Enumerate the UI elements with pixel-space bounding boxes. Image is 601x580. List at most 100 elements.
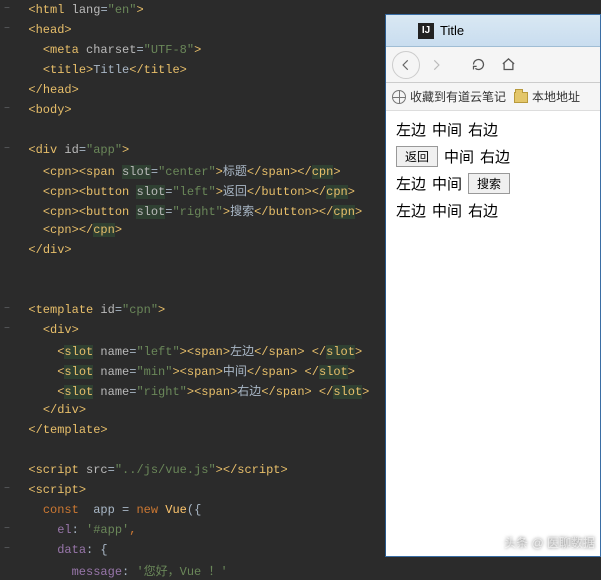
code-content[interactable]: <cpn><button slot="right">搜索</button></c… <box>14 202 362 219</box>
code-content[interactable]: <div id="app"> <box>14 143 129 157</box>
page-favicon: IJ <box>418 23 434 39</box>
back-button[interactable] <box>392 51 420 79</box>
code-line[interactable]: </template> <box>0 420 385 440</box>
fold-toggle-icon[interactable]: − <box>0 480 14 500</box>
bookmark-item-1[interactable]: 收藏到有道云笔记 <box>392 88 506 105</box>
code-content[interactable]: <body> <box>14 103 72 117</box>
slot-left: 左边 <box>396 173 426 194</box>
code-line[interactable]: <script src="../js/vue.js"></script> <box>0 460 385 480</box>
reload-button[interactable] <box>464 51 492 79</box>
code-line[interactable]: <slot name="left"><span>左边</span> </slot… <box>0 340 385 360</box>
code-line[interactable]: </div> <box>0 240 385 260</box>
code-line[interactable]: − <html lang="en"> <box>0 0 385 20</box>
code-line[interactable]: − <script> <box>0 480 385 500</box>
slot-center: 中间 <box>432 173 462 194</box>
fold-toggle-icon[interactable]: − <box>0 540 14 560</box>
slot-left: 左边 <box>396 119 426 140</box>
cpn-row-1: 左边 中间 右边 <box>396 119 590 140</box>
code-content[interactable]: <slot name="min"><span>中间</span> </slot> <box>14 362 355 379</box>
rendered-page: 左边 中间 右边 返回 中间 右边 左边 中间 搜索 左边 中间 右边 <box>386 111 600 556</box>
code-content[interactable]: <template id="cpn"> <box>14 303 165 317</box>
code-line[interactable] <box>0 440 385 460</box>
fold-toggle-icon[interactable]: − <box>0 300 14 320</box>
code-line[interactable]: − <div> <box>0 320 385 340</box>
code-content[interactable]: <cpn><span slot="center">标题</span></cpn> <box>14 162 341 179</box>
code-line[interactable]: </div> <box>0 400 385 420</box>
bookmark-label: 收藏到有道云笔记 <box>410 88 506 105</box>
code-line[interactable]: − <template id="cpn"> <box>0 300 385 320</box>
bookmark-label: 本地地址 <box>532 88 580 105</box>
code-content[interactable] <box>14 123 28 137</box>
fold-toggle-icon[interactable]: − <box>0 320 14 340</box>
code-line[interactable] <box>0 280 385 300</box>
code-content[interactable]: <html lang="en"> <box>14 3 144 17</box>
code-content[interactable]: data: { <box>14 543 108 557</box>
fold-toggle-icon[interactable]: − <box>0 20 14 40</box>
code-content[interactable]: <head> <box>14 23 72 37</box>
slot-center: 中间 <box>444 146 474 167</box>
slot-left: 左边 <box>396 200 426 221</box>
browser-titlebar[interactable]: IJ Title <box>386 15 600 47</box>
code-line[interactable]: <cpn><button slot="right">搜索</button></c… <box>0 200 385 220</box>
code-line[interactable] <box>0 120 385 140</box>
browser-window: IJ Title 收藏到有道云笔记 本地地址 左边 中间 右边 <box>385 14 601 557</box>
folder-icon <box>514 92 528 103</box>
code-content[interactable]: <title>Title</title> <box>14 63 187 77</box>
home-button[interactable] <box>494 51 522 79</box>
code-content[interactable]: <script> <box>14 483 86 497</box>
search-slot-button[interactable]: 搜索 <box>468 173 510 194</box>
code-line[interactable]: const app = new Vue({ <box>0 500 385 520</box>
code-content[interactable]: <script src="../js/vue.js"></script> <box>14 463 288 477</box>
code-line[interactable]: − data: { <box>0 540 385 560</box>
code-editor[interactable]: − <html lang="en">− <head> <meta charset… <box>0 0 385 557</box>
code-content[interactable]: </template> <box>14 423 108 437</box>
code-content[interactable]: message: '您好，Vue ！' <box>14 562 228 579</box>
code-line[interactable]: message: '您好，Vue ！' <box>0 560 385 580</box>
code-content[interactable]: </div> <box>14 243 72 257</box>
back-slot-button[interactable]: 返回 <box>396 146 438 167</box>
code-line[interactable]: <slot name="min"><span>中间</span> </slot> <box>0 360 385 380</box>
code-line[interactable]: <title>Title</title> <box>0 60 385 80</box>
fold-toggle-icon[interactable]: − <box>0 140 14 160</box>
code-line[interactable]: − <div id="app"> <box>0 140 385 160</box>
code-content[interactable]: </head> <box>14 83 79 97</box>
fold-toggle-icon[interactable]: − <box>0 520 14 540</box>
forward-button[interactable] <box>422 51 450 79</box>
code-line[interactable]: <slot name="right"><span>右边</span> </slo… <box>0 380 385 400</box>
code-content[interactable]: <meta charset="UTF-8"> <box>14 43 201 57</box>
code-content[interactable] <box>14 283 28 297</box>
bookmark-item-2[interactable]: 本地地址 <box>514 88 580 105</box>
bookmarks-bar: 收藏到有道云笔记 本地地址 <box>386 83 600 111</box>
code-line[interactable]: <cpn></cpn> <box>0 220 385 240</box>
watermark-text: 头条 @ 医聊数据 <box>504 534 595 551</box>
code-content[interactable] <box>14 263 28 277</box>
code-line[interactable]: <cpn><span slot="center">标题</span></cpn> <box>0 160 385 180</box>
code-line[interactable]: − <body> <box>0 100 385 120</box>
cpn-row-4: 左边 中间 右边 <box>396 200 590 221</box>
code-line[interactable] <box>0 260 385 280</box>
code-content[interactable]: el: '#app', <box>14 523 136 537</box>
cpn-row-3: 左边 中间 搜索 <box>396 173 590 194</box>
slot-center: 中间 <box>432 119 462 140</box>
slot-center: 中间 <box>432 200 462 221</box>
code-content[interactable]: </div> <box>14 403 86 417</box>
code-line[interactable]: − <head> <box>0 20 385 40</box>
code-line[interactable]: <meta charset="UTF-8"> <box>0 40 385 60</box>
code-content[interactable]: <slot name="left"><span>左边</span> </slot… <box>14 342 362 359</box>
slot-right: 右边 <box>468 200 498 221</box>
watermark: 头条 @ 医聊数据 <box>486 534 595 551</box>
page-title: Title <box>440 23 464 38</box>
slot-right: 右边 <box>468 119 498 140</box>
slot-right: 右边 <box>480 146 510 167</box>
code-line[interactable]: </head> <box>0 80 385 100</box>
code-content[interactable] <box>14 443 28 457</box>
code-content[interactable]: <div> <box>14 323 79 337</box>
code-content[interactable]: <cpn><button slot="left">返回</button></cp… <box>14 182 355 199</box>
code-content[interactable]: const app = new Vue({ <box>14 503 201 517</box>
fold-toggle-icon[interactable]: − <box>0 100 14 120</box>
code-line[interactable]: − el: '#app', <box>0 520 385 540</box>
code-content[interactable]: <slot name="right"><span>右边</span> </slo… <box>14 382 369 399</box>
fold-toggle-icon[interactable]: − <box>0 0 14 20</box>
code-line[interactable]: <cpn><button slot="left">返回</button></cp… <box>0 180 385 200</box>
code-content[interactable]: <cpn></cpn> <box>14 223 122 237</box>
